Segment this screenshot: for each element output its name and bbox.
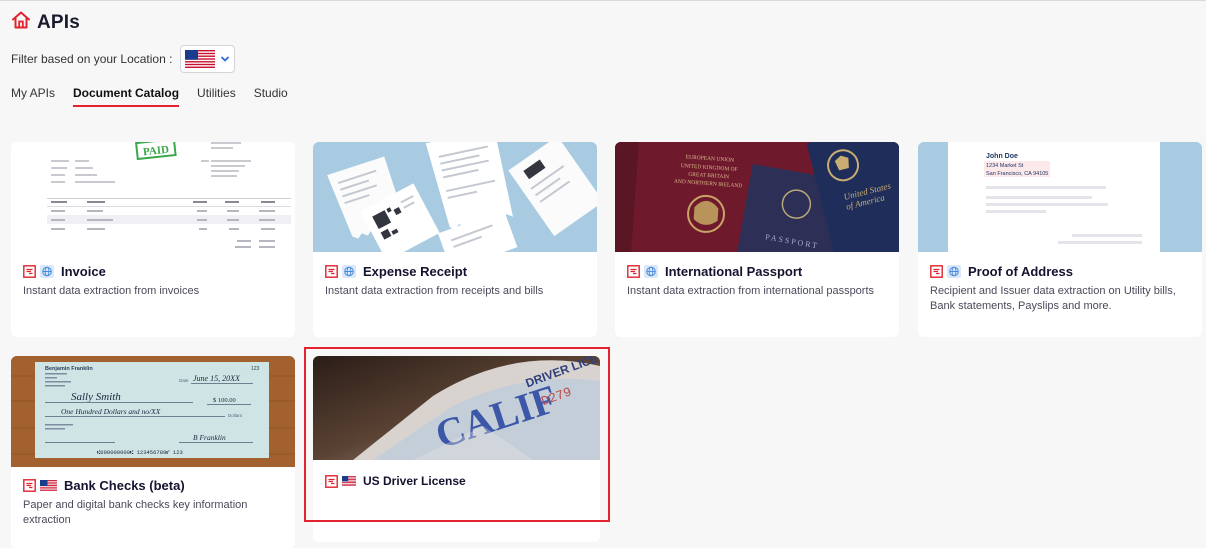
card-expense-receipt[interactable]: Expense Receipt Instant data extraction … — [313, 142, 597, 337]
check-payer: Benjamin Franklin — [45, 366, 93, 372]
filter-label: Filter based on your Location : — [11, 52, 173, 66]
chevron-down-icon — [221, 56, 230, 62]
receipt-image — [313, 142, 597, 252]
card-international-passport[interactable]: EUROPEAN UNION UNITED KINGDOM OF GREAT B… — [615, 142, 899, 337]
check-micr-line: ⑆000000000⑆ 123456789⑈ 123 — [97, 449, 183, 456]
document-scan-icon — [23, 265, 36, 278]
card-name: US Driver License — [363, 474, 466, 488]
tab-studio[interactable]: Studio — [254, 86, 288, 107]
card-description: Instant data extraction from invoices — [23, 285, 200, 297]
card-description: Paper and digital bank checks key inform… — [23, 499, 248, 526]
check-number: 123 — [251, 366, 260, 372]
card-title-row: Proof of Address — [930, 264, 1073, 279]
card-name: Invoice — [61, 264, 106, 279]
us-flag-icon — [185, 50, 216, 68]
check-dollars-label: Dollars — [228, 413, 243, 418]
top-border — [0, 0, 1206, 1]
bank-check-image: Benjamin Franklin 123 Date June 15, 20XX… — [11, 356, 295, 467]
invoice-image: PAID — [11, 142, 295, 252]
us-flag-icon — [342, 476, 356, 486]
card-description: Recipient and Issuer data extraction on … — [930, 285, 1176, 312]
document-scan-icon — [23, 479, 36, 492]
card-title-row: Bank Checks (beta) — [23, 478, 185, 493]
card-proof-of-address[interactable]: John Doe 1234 Market St San Francisco, C… — [918, 142, 1202, 337]
us-flag-icon — [40, 480, 57, 491]
card-name: International Passport — [665, 264, 803, 279]
check-amount: $ 100.00 — [213, 397, 236, 404]
location-select[interactable] — [180, 45, 236, 73]
card-title-row: Invoice — [23, 264, 106, 279]
globe-icon — [644, 265, 658, 278]
passport-image: EUROPEAN UNION UNITED KINGDOM OF GREAT B… — [615, 142, 899, 252]
document-scan-icon — [325, 265, 338, 278]
check-date: June 15, 20XX — [193, 374, 241, 383]
address-image: John Doe 1234 Market St San Francisco, C… — [918, 142, 1202, 252]
card-title-row: US Driver License — [325, 474, 466, 488]
check-date-label: Date — [179, 378, 189, 383]
document-scan-icon — [627, 265, 640, 278]
document-scan-icon — [930, 265, 943, 278]
card-name: Bank Checks (beta) — [64, 478, 185, 493]
card-bank-checks[interactable]: Benjamin Franklin 123 Date June 15, 20XX… — [11, 356, 295, 548]
tab-utilities[interactable]: Utilities — [197, 86, 236, 107]
card-description: Instant data extraction from internation… — [627, 285, 875, 297]
tab-my-apis[interactable]: My APIs — [11, 86, 55, 107]
document-scan-icon — [325, 474, 338, 488]
card-us-driver-license[interactable]: CALIF DRIVER LICE D279 US Driver License — [313, 356, 600, 542]
page-header: APIs — [11, 10, 80, 35]
address-city: San Francisco, CA 94105 — [986, 171, 1048, 177]
location-filter: Filter based on your Location : — [11, 45, 236, 73]
check-words: One Hundred Dollars and no/XX — [61, 407, 161, 416]
card-title-row: Expense Receipt — [325, 264, 467, 279]
check-signature: B Franklin — [193, 433, 226, 442]
page-title: APIs — [37, 11, 81, 33]
check-payee: Sally Smith — [71, 391, 121, 403]
globe-icon — [40, 265, 54, 278]
tab-document-catalog[interactable]: Document Catalog — [73, 86, 180, 107]
tab-bar: My APIs Document Catalog Utilities Studi… — [11, 86, 288, 107]
card-title-row: International Passport — [627, 264, 802, 279]
card-name: Proof of Address — [968, 264, 1073, 279]
globe-icon — [947, 265, 961, 278]
globe-icon — [342, 265, 356, 278]
driver-license-image: CALIF DRIVER LICE D279 — [313, 356, 600, 460]
card-invoice[interactable]: PAID Invoice Instant data extraction fro… — [11, 142, 295, 337]
home-icon[interactable] — [11, 10, 31, 35]
address-name: John Doe — [986, 153, 1018, 160]
address-street: 1234 Market St — [986, 163, 1024, 169]
card-description: Instant data extraction from receipts an… — [325, 285, 544, 297]
card-name: Expense Receipt — [363, 264, 468, 279]
